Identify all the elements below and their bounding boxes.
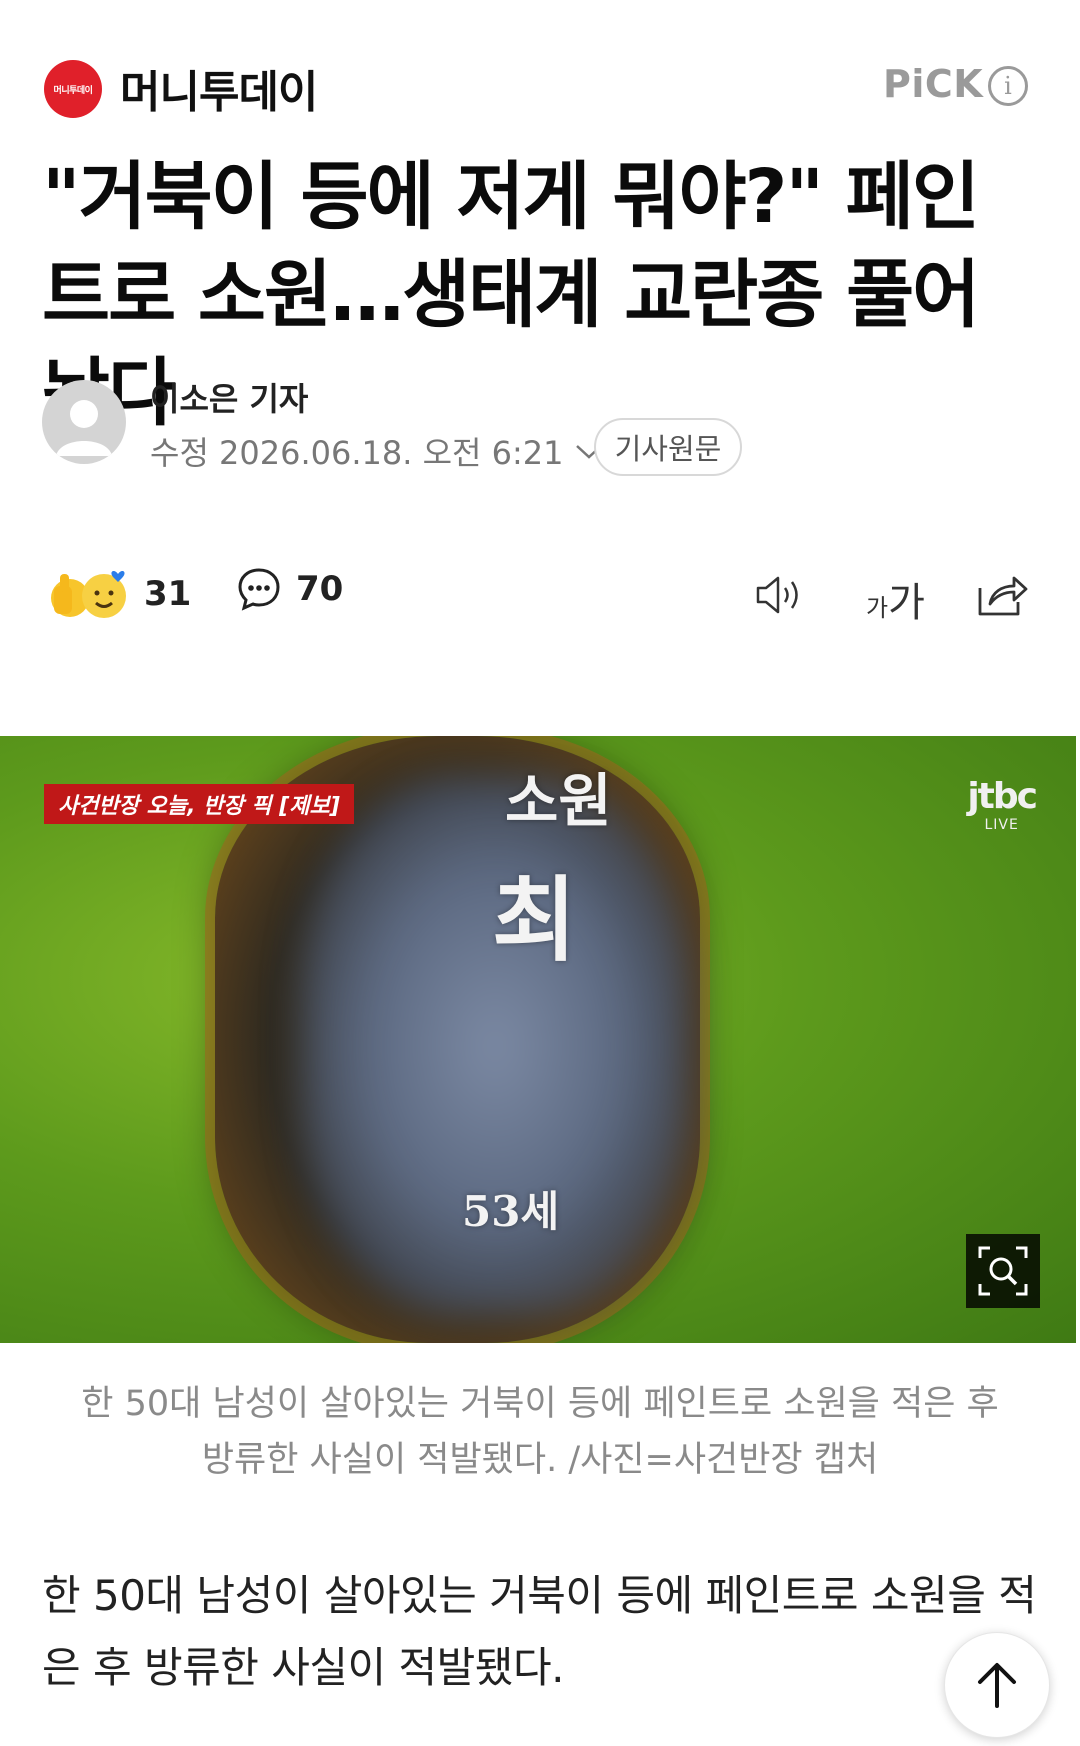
info-icon[interactable]: i [988, 66, 1028, 106]
share-button[interactable] [976, 572, 1028, 622]
tts-speaker-button[interactable] [754, 572, 808, 622]
scroll-top-button[interactable] [944, 1632, 1050, 1738]
paint-text-top: 소원 [505, 767, 612, 835]
paint-text-bottom: 53세 [462, 1187, 560, 1236]
reaction-button[interactable]: 31 [48, 566, 191, 622]
article-body: 한 50대 남성이 살아있는 거북이 등에 페인트로 소원을 적은 후 방류한 … [42, 1571, 1037, 1692]
photo-caption: 한 50대 남성이 살아있는 거북이 등에 페인트로 소원을 적은 후 방류한 … [81, 1384, 999, 1480]
zoom-search-icon [978, 1246, 1028, 1296]
article-date[interactable]: 수정 2026.06.18. 오전 6:21 [150, 428, 604, 474]
reaction-emoji-icon [51, 571, 126, 618]
channel-logo: jtbc LIVE [967, 776, 1038, 833]
press-logo[interactable]: 머니투데이 [44, 60, 102, 118]
pick-badge: PiCK [883, 62, 984, 106]
speaker-icon [756, 576, 798, 614]
date-text: 수정 2026.06.18. 오전 6:21 [150, 434, 564, 472]
reporter-name[interactable]: 이소은 기자 [150, 374, 308, 420]
image-zoom-button[interactable] [966, 1234, 1040, 1308]
comment-icon [238, 568, 280, 611]
original-article-button[interactable]: 기사원문 [594, 418, 742, 476]
channel-logo-text: jtbc [967, 776, 1038, 817]
comment-button[interactable]: 70 [236, 566, 343, 612]
broadcast-tag: 사건반장 오늘, 반장 픽 [제보] [44, 784, 354, 824]
font-size-icon: 가가 [866, 580, 925, 626]
like-count: 31 [144, 574, 192, 614]
font-size-button[interactable]: 가가 [866, 570, 925, 628]
channel-live-text: LIVE [984, 817, 1019, 833]
press-name[interactable]: 머니투데이 [120, 56, 318, 120]
arrow-up-icon [978, 1663, 1016, 1708]
article-photo[interactable]: 소원 최 53세 사건반장 오늘, 반장 픽 [제보] jtbc LIVE [0, 736, 1076, 1343]
comment-count: 70 [296, 569, 344, 609]
paint-text-mid: 최 [492, 866, 577, 974]
share-icon [978, 576, 1028, 616]
reporter-avatar[interactable] [42, 380, 126, 464]
